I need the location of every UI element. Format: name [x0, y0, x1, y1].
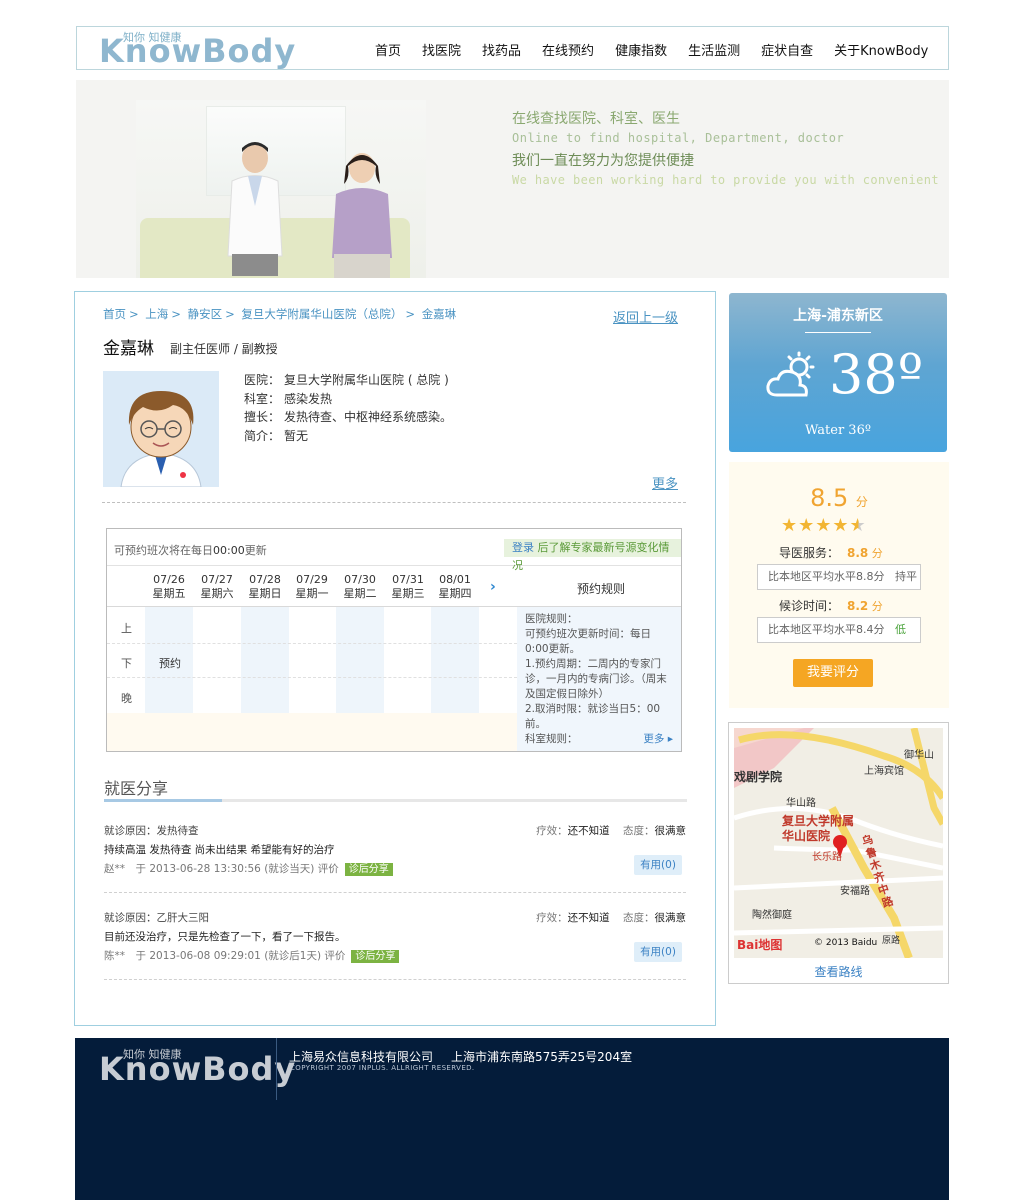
share-underline	[104, 799, 687, 802]
nav-life-monitor[interactable]: 生活监测	[688, 40, 740, 59]
book-slot-button[interactable]: 预约	[159, 655, 181, 671]
nav-about[interactable]: 关于KnowBody	[834, 40, 928, 59]
share-tag: 诊后分享	[344, 863, 393, 876]
site-header: KnowBody 知你 知健康 首页 找医院 找药品 在线预约 健康指数 生活监…	[76, 26, 949, 70]
row-afternoon: 下	[121, 657, 132, 670]
share-item: 就诊原因：乙肝大三阳 疗效：还不知道 态度：很满意 目前还没治疗，只是先检查了一…	[104, 910, 686, 992]
banner-line4: We have been working hard to provide you…	[512, 173, 939, 187]
weather-widget: 上海-浦东新区 38º Water 36º	[729, 293, 947, 452]
banner-line2: Online to find hospital, Department, doc…	[512, 131, 845, 145]
schedule-note: 可预约班次将在每日00:00更新	[114, 544, 267, 557]
crumb-city[interactable]: 上海	[145, 307, 168, 321]
main-nav: 首页 找医院 找药品 在线预约 健康指数 生活监测 症状自查 关于KnowBod…	[375, 27, 928, 71]
crumb-home[interactable]: 首页	[103, 307, 126, 321]
banner-image	[136, 100, 426, 278]
rules-header: 预约规则	[577, 582, 626, 596]
day-col: 07/29 星期一	[295, 573, 329, 600]
logo[interactable]: KnowBody 知你 知健康	[99, 30, 295, 70]
crumb-hospital[interactable]: 复旦大学附属华山医院（总院）	[241, 307, 402, 321]
logo-slogan: 知你 知健康	[123, 31, 182, 44]
day-col: 07/30 星期二	[343, 573, 377, 600]
rating-panel: 8.5 分 ★★★★★ 导医服务： 8.8 分 比本地区平均水平8.8分 持平 候…	[729, 462, 949, 708]
nav-medicine[interactable]: 找药品	[482, 40, 521, 59]
weather-city: 上海-浦东新区	[793, 308, 883, 324]
doctor-figure	[227, 142, 283, 276]
nav-home[interactable]: 首页	[375, 40, 401, 59]
day-col: 07/31 星期三	[391, 573, 425, 600]
map[interactable]: 御华山 上海宾馆 戏剧学院 华山路 复旦大学附属华山医院 长乐路 乌鲁木齐中路 …	[734, 728, 943, 958]
view-route-link[interactable]: 查看路线	[729, 963, 948, 980]
wait-compare: 比本地区平均水平8.4分 低	[757, 617, 921, 643]
doctor-avatar	[103, 371, 219, 488]
wait-score: 候诊时间： 8.2 分	[779, 599, 883, 613]
doctor-name: 金嘉琳	[103, 339, 154, 359]
info-specialty: 擅长： 发热待查、中枢神经系统感染。	[244, 410, 453, 424]
useful-button[interactable]: 有用(0)	[634, 855, 682, 875]
login-link[interactable]: 登录	[512, 541, 534, 554]
info-hospital: 医院： 复旦大学附属华山医院 ( 总院 )	[244, 373, 449, 387]
map-widget: 御华山 上海宾馆 戏剧学院 华山路 复旦大学附属华山医院 长乐路 乌鲁木齐中路 …	[728, 722, 949, 984]
back-link[interactable]: 返回上一级	[613, 307, 678, 326]
footer-address: 上海市浦东南路575弄25号204室	[451, 1050, 633, 1064]
crumb-doctor[interactable]: 金嘉琳	[422, 307, 457, 321]
login-hint[interactable]: 登录 后了解专家最新号源变化情况	[504, 539, 681, 572]
partly-cloudy-icon	[766, 351, 815, 397]
footer: KnowBody 知你 知健康 上海易众信息科技有限公司 上海市浦东南路575弄…	[75, 1038, 949, 1200]
service-score: 导医服务： 8.8 分	[779, 546, 883, 560]
doctor-panel: 首页 > 上海 > 静安区 > 复旦大学附属华山医院（总院） > 金嘉琳 返回上一级 金…	[74, 291, 716, 1026]
baidu-logo: Bai地图	[737, 938, 783, 952]
banner-line1: 在线查找医院、科室、医生	[512, 111, 680, 127]
rate-button[interactable]: 我要评分	[793, 659, 873, 687]
schedule-footer	[107, 713, 517, 751]
day-col: 07/26 星期五	[152, 573, 186, 600]
more-info-link[interactable]: 更多	[652, 473, 678, 492]
patient-figure	[332, 153, 392, 278]
star-rating-icon: ★★★★★	[781, 515, 867, 536]
overall-score: 8.5 分	[810, 484, 868, 512]
doctor-title: 副主任医师 / 副教授	[170, 342, 278, 356]
day-col: 08/01 星期四	[438, 573, 472, 600]
schedule-header: 07/26 星期五 07/27 星期六 07/28 星期日 07/29 星期一 07/3…	[107, 567, 681, 607]
day-col: 07/28 星期日	[248, 573, 282, 600]
share-heading: 就医分享	[104, 779, 169, 798]
nav-hospital[interactable]: 找医院	[422, 40, 461, 59]
service-compare: 比本地区平均水平8.8分 持平	[757, 564, 921, 590]
share-tag: 诊后分享	[351, 950, 400, 963]
doctor-info: 医院： 复旦大学附属华山医院 ( 总院 ) 科室： 感染发热 擅长： 发热待查、中枢神…	[244, 371, 452, 445]
footer-company: 上海易众信息科技有限公司	[289, 1050, 434, 1064]
info-department: 科室： 感染发热	[244, 391, 333, 406]
crumb-district[interactable]: 静安区	[188, 307, 223, 321]
footer-copyright: COPYRIGHT 2007 INPLUS. ALLRIGHT RESERVED…	[290, 1064, 475, 1072]
next-week-arrow-icon[interactable]: ›	[490, 579, 496, 595]
nav-symptom-check[interactable]: 症状自查	[761, 40, 813, 59]
day-col: 07/27 星期六	[200, 573, 234, 600]
rules-more-link[interactable]: 更多 ▸	[643, 732, 673, 747]
nav-health-index[interactable]: 健康指数	[615, 40, 667, 59]
banner-line3: 我们一直在努力为您提供便捷	[512, 153, 694, 169]
useful-button[interactable]: 有用(0)	[634, 942, 682, 962]
schedule-table: 可预约班次将在每日00:00更新 登录 后了解专家最新号源变化情况 07/26 星…	[106, 528, 682, 752]
divider	[102, 502, 686, 503]
row-evening: 晚	[121, 692, 132, 705]
info-intro: 简介： 暂无	[244, 428, 309, 443]
weather-temp: 38º	[829, 343, 924, 406]
schedule-topbar: 可预约班次将在每日00:00更新 登录 后了解专家最新号源变化情况	[107, 529, 681, 572]
weather-water: Water 36º	[805, 423, 871, 438]
nav-booking[interactable]: 在线预约	[542, 40, 594, 59]
footer-logo: KnowBody 知你 知健康	[99, 1048, 297, 1088]
share-item: 就诊原因：发热待查 疗效：还不知道 态度：很满意 持续高温 发热待查 尚未出结果…	[104, 823, 686, 905]
rules-panel: 医院规则： 可预约班次更新时间：每日0:00更新。 1.预约周期：二周内的专家门…	[517, 607, 681, 751]
breadcrumb: 首页 > 上海 > 静安区 > 复旦大学附属华山医院（总院） > 金嘉琳	[103, 307, 457, 321]
row-morning: 上	[121, 622, 132, 635]
